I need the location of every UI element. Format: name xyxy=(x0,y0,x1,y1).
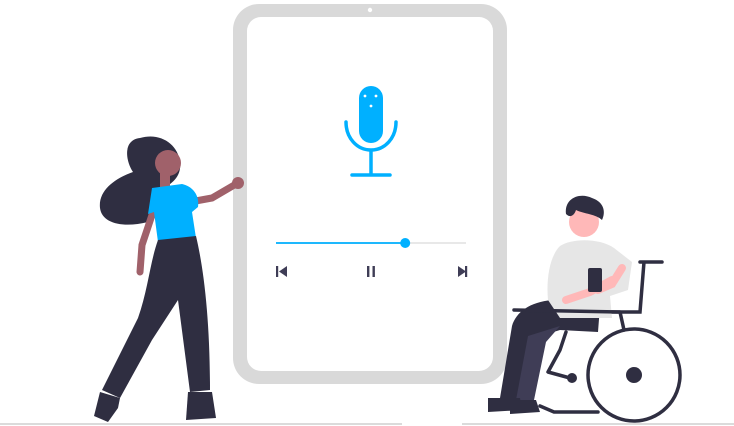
man-in-wheelchair-figure xyxy=(488,195,682,423)
tablet-camera xyxy=(367,7,373,13)
progress-knob[interactable] xyxy=(400,238,411,248)
woman-shoe-right xyxy=(186,392,216,420)
phone-icon xyxy=(588,268,602,292)
woman-pants xyxy=(102,236,210,398)
man-shoe-right xyxy=(510,400,540,414)
woman-shoe-left xyxy=(94,392,120,422)
wheelchair-caster xyxy=(567,373,577,383)
woman-shirt xyxy=(148,184,199,242)
woman-hand xyxy=(232,177,244,189)
tablet xyxy=(233,4,507,384)
wheelchair-hub xyxy=(626,367,642,383)
woman-lower-arm xyxy=(136,211,156,276)
illustration-stage xyxy=(0,0,734,426)
woman-neck xyxy=(160,172,170,188)
tablet-screen xyxy=(247,17,493,371)
woman-figure xyxy=(94,136,244,422)
